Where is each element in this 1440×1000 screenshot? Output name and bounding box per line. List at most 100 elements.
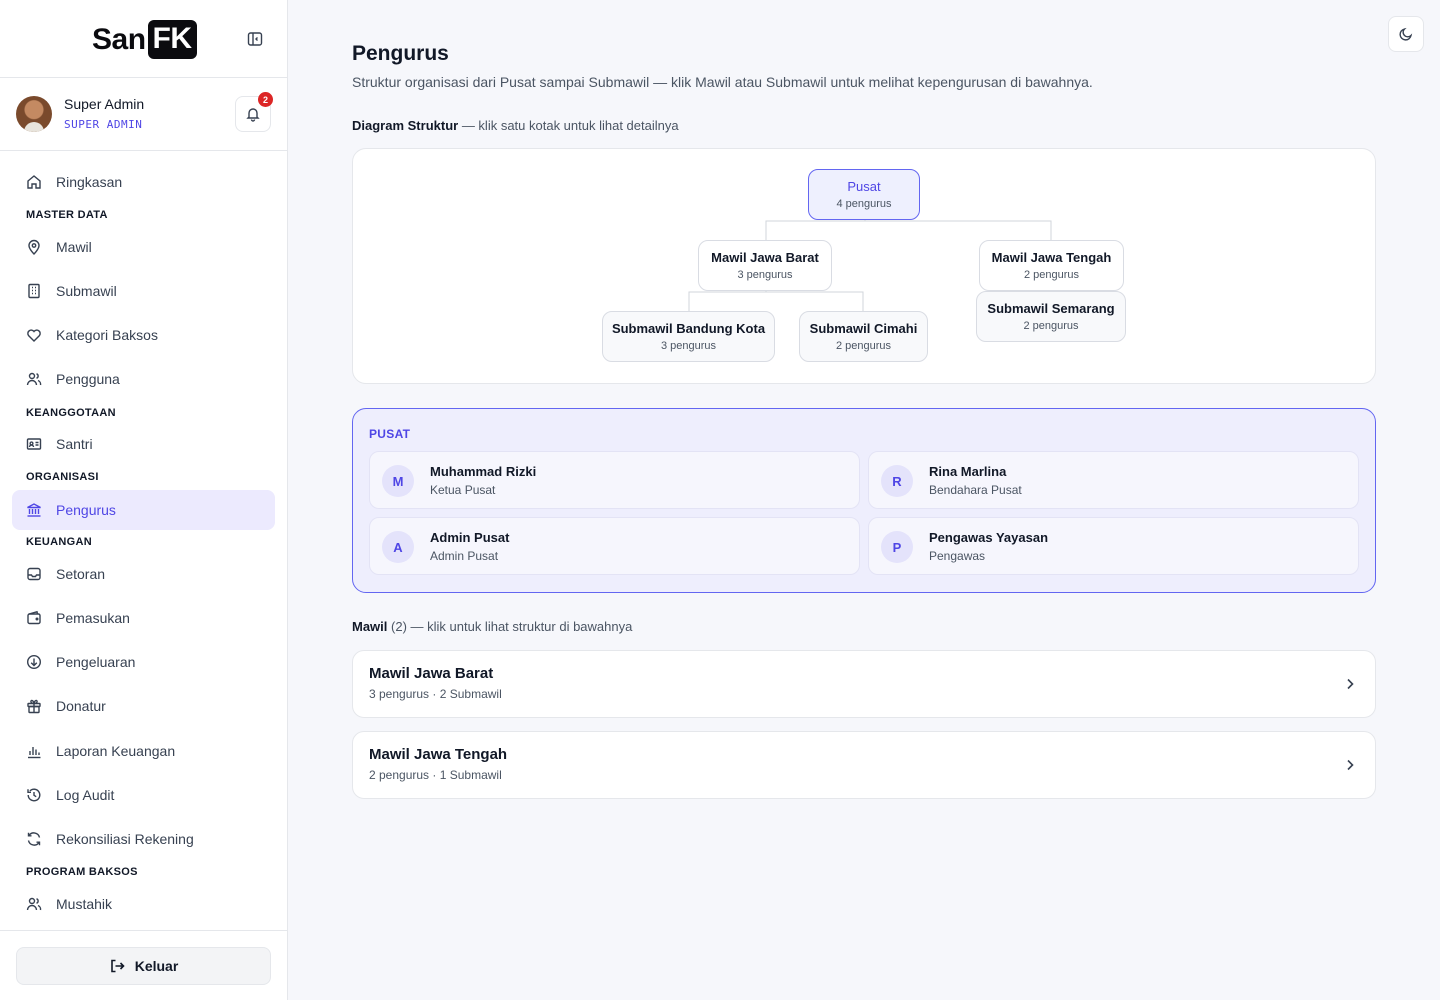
diagram-section-label: Diagram Struktur — klik satu kotak untuk… bbox=[352, 118, 679, 133]
node-mawil-jawa-tengah[interactable]: Mawil Jawa Tengah 2 pengurus bbox=[979, 240, 1124, 291]
node-count: 2 pengurus bbox=[1023, 320, 1079, 332]
inbox-icon bbox=[27, 567, 41, 581]
node-submawil-semarang[interactable]: Submawil Semarang 2 pengurus bbox=[976, 291, 1126, 342]
sidebar-item-pengurus[interactable]: Pengurus bbox=[12, 490, 275, 530]
brand-header: San FK bbox=[0, 0, 287, 78]
node-submawil-bandung-kota[interactable]: Submawil Bandung Kota 3 pengurus bbox=[602, 311, 775, 362]
chevron-right-icon bbox=[1347, 759, 1354, 771]
notification-badge: 2 bbox=[258, 92, 273, 107]
mawil-label-bold: Mawil bbox=[352, 619, 388, 634]
node-pusat[interactable]: Pusat 4 pengurus bbox=[808, 169, 920, 220]
users-icon bbox=[26, 897, 42, 911]
member-role: Ketua Pusat bbox=[430, 483, 496, 497]
sidebar-item-label: Santri bbox=[56, 436, 93, 452]
app-logo[interactable]: San FK bbox=[92, 20, 197, 59]
sidebar-item-setoran[interactable]: Setoran bbox=[12, 554, 275, 594]
mawil-title: Mawil Jawa Barat bbox=[369, 665, 494, 682]
node-title: Mawil Jawa Tengah bbox=[991, 250, 1112, 265]
node-count: 4 pengurus bbox=[836, 198, 892, 210]
sidebar-item-rekonsiliasi-rekening[interactable]: Rekonsiliasi Rekening bbox=[12, 819, 275, 859]
member-name: Muhammad Rizki bbox=[430, 464, 537, 479]
mawil-list-item[interactable]: Mawil Jawa Tengah 2 pengurus · 1 Submawi… bbox=[352, 731, 1376, 799]
node-title: Submawil Bandung Kota bbox=[611, 321, 766, 336]
pusat-panel-label: PUSAT bbox=[369, 427, 411, 441]
member-card[interactable]: R Rina Marlina Bendahara Pusat bbox=[868, 451, 1359, 509]
heart-icon bbox=[27, 329, 41, 342]
user-profile: Super Admin SUPER ADMIN 2 bbox=[0, 78, 287, 151]
theme-toggle-button[interactable] bbox=[1388, 16, 1424, 52]
page-description: Struktur organisasi dari Pusat sampai Su… bbox=[352, 74, 1093, 90]
users-icon bbox=[26, 372, 42, 386]
sidebar-item-donatur[interactable]: Donatur bbox=[12, 686, 275, 726]
nav-section-program-baksos: PROGRAM BAKSOS bbox=[26, 866, 138, 878]
sidebar-item-log-audit[interactable]: Log Audit bbox=[12, 775, 275, 815]
nav-section-organisasi: ORGANISASI bbox=[26, 471, 99, 483]
mawil-summary: 2 pengurus · 1 Submawil bbox=[369, 768, 502, 782]
sidebar-item-label: Pengguna bbox=[56, 371, 120, 387]
sidebar-toggle-button[interactable] bbox=[246, 30, 264, 48]
logout-label: Keluar bbox=[134, 958, 179, 974]
sidebar-item-laporan-keuangan[interactable]: Laporan Keuangan bbox=[12, 731, 275, 771]
sidebar-item-ringkasan[interactable]: Ringkasan bbox=[12, 162, 275, 202]
sidebar-item-pemasukan[interactable]: Pemasukan bbox=[12, 598, 275, 638]
avatar[interactable] bbox=[16, 96, 52, 132]
sidebar-item-mawil[interactable]: Mawil bbox=[12, 227, 275, 267]
node-count: 2 pengurus bbox=[1023, 269, 1080, 281]
sidebar-item-mustahik[interactable]: Mustahik bbox=[12, 884, 275, 924]
sidebar-item-label: Pengurus bbox=[56, 502, 116, 518]
mawil-list-item[interactable]: Mawil Jawa Barat 3 pengurus · 2 Submawil bbox=[352, 650, 1376, 718]
member-avatar: P bbox=[881, 531, 913, 563]
sidebar-item-label: Mustahik bbox=[56, 896, 113, 912]
member-avatar: A bbox=[382, 531, 414, 563]
mawil-label-rest: — klik untuk lihat struktur di bawahnya bbox=[406, 619, 633, 634]
sidebar-item-label: Log Audit bbox=[56, 787, 115, 803]
node-submawil-cimahi[interactable]: Submawil Cimahi 2 pengurus bbox=[799, 311, 928, 362]
chevron-right-icon bbox=[1347, 678, 1354, 690]
log-out-icon bbox=[110, 959, 125, 973]
node-title: Submawil Cimahi bbox=[809, 321, 918, 336]
member-role: Admin Pusat bbox=[430, 549, 499, 563]
logo-box: FK bbox=[147, 20, 197, 59]
node-mawil-jawa-barat[interactable]: Mawil Jawa Barat 3 pengurus bbox=[698, 240, 832, 291]
user-name: Super Admin bbox=[64, 96, 145, 112]
logout-button[interactable]: Keluar bbox=[16, 947, 271, 985]
member-avatar: M bbox=[382, 465, 414, 497]
member-avatar: R bbox=[881, 465, 913, 497]
member-card[interactable]: M Muhammad Rizki Ketua Pusat bbox=[369, 451, 860, 509]
sidebar-footer: Keluar bbox=[0, 930, 288, 1000]
mawil-section-label: Mawil (2) — klik untuk lihat struktur di… bbox=[352, 619, 632, 634]
bar-chart-icon bbox=[28, 747, 41, 759]
sidebar-item-label: Pemasukan bbox=[56, 610, 130, 626]
nav-section-keanggotaan: KEANGGOTAAN bbox=[26, 407, 116, 419]
sidebar-item-label: Donatur bbox=[56, 698, 106, 714]
sidebar-item-label: Mawil bbox=[56, 239, 92, 255]
sidebar-item-pengeluaran[interactable]: Pengeluaran bbox=[12, 642, 275, 682]
wallet-icon bbox=[27, 610, 41, 625]
member-role: Bendahara Pusat bbox=[929, 483, 1022, 497]
id-card-icon bbox=[26, 438, 42, 450]
building-icon bbox=[28, 283, 40, 299]
sidebar-item-santri[interactable]: Santri bbox=[12, 424, 275, 464]
moon-icon bbox=[1399, 27, 1413, 41]
sidebar-collapse-icon bbox=[247, 32, 263, 46]
structure-diagram: Pusat 4 pengurus Mawil Jawa Barat 3 peng… bbox=[352, 148, 1376, 384]
member-card[interactable]: A Admin Pusat Admin Pusat bbox=[369, 517, 860, 575]
member-card[interactable]: P Pengawas Yayasan Pengawas bbox=[868, 517, 1359, 575]
notifications-button[interactable]: 2 bbox=[235, 92, 273, 132]
sidebar-item-label: Setoran bbox=[56, 566, 106, 582]
nav-section-master-data: MASTER DATA bbox=[26, 209, 108, 221]
node-count: 2 pengurus bbox=[835, 340, 892, 352]
logo-text: San bbox=[92, 22, 146, 56]
member-role: Pengawas bbox=[929, 549, 986, 563]
sidebar-item-label: Pengeluaran bbox=[56, 654, 136, 670]
node-count: 3 pengurus bbox=[660, 340, 717, 352]
sidebar-item-pengguna[interactable]: Pengguna bbox=[12, 359, 275, 399]
sidebar-item-kategori-baksos[interactable]: Kategori Baksos bbox=[12, 315, 275, 355]
sidebar-item-label: Ringkasan bbox=[56, 174, 123, 190]
sidebar-item-submawil[interactable]: Submawil bbox=[12, 271, 275, 311]
sidebar-item-label: Submawil bbox=[56, 283, 117, 299]
sidebar-item-label: Kategori Baksos bbox=[56, 327, 158, 343]
node-count: 3 pengurus bbox=[737, 269, 793, 281]
sidebar-item-label: Rekonsiliasi Rekening bbox=[56, 831, 194, 847]
refresh-icon bbox=[27, 832, 41, 846]
